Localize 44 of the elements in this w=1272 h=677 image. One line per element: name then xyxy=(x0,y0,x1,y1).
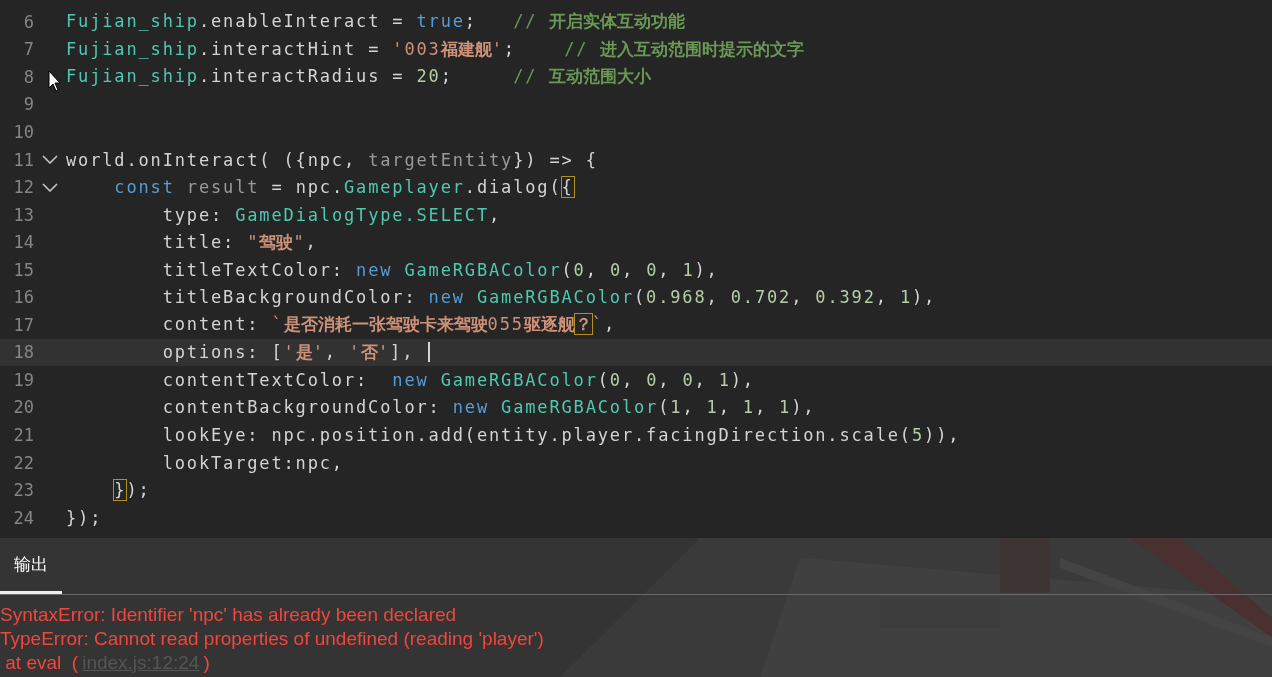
code-line: }); xyxy=(66,507,103,528)
stack-trace-text: at eval ( xyxy=(4,651,79,675)
text-caret xyxy=(428,342,431,363)
stack-trace-text: ) xyxy=(203,651,210,675)
line-number: 8 xyxy=(22,66,34,87)
output-tab[interactable]: 输出 xyxy=(0,538,62,594)
code-line: contentBackgroundColor: new GameRGBAColor(1, 1, 1, 1), xyxy=(161,397,816,418)
line-number: 6 xyxy=(22,11,34,32)
line-number: 16 xyxy=(12,287,34,308)
line-number: 13 xyxy=(12,204,34,225)
code-line: const result = npc.Gameplayer.dialog({ xyxy=(113,177,574,198)
code-line: lookTarget:npc, xyxy=(161,452,344,473)
line-number: 14 xyxy=(12,232,34,253)
code-line: titleTextColor: new GameRGBAColor(0, 0, 0, 1), xyxy=(161,259,719,280)
code-line: world.onInteract( ({npc, targetEntity}) => { xyxy=(66,149,598,170)
code-line: contentTextColor: new GameRGBAColor(0, 0, 0, 1), xyxy=(161,369,755,390)
code-line: type: GameDialogType.SELECT, xyxy=(161,204,502,225)
line-number: 17 xyxy=(12,314,34,335)
line-number: 18 xyxy=(12,342,34,363)
line-number: 21 xyxy=(12,424,34,445)
line-number: 24 xyxy=(12,507,34,528)
line-number: 20 xyxy=(12,397,34,418)
error-message: SyntaxError: Identifier 'npc' has already been declared xyxy=(0,603,458,627)
chevron-down-icon[interactable] xyxy=(42,182,58,192)
line-number: 7 xyxy=(22,39,34,60)
code-line: options: ['是', '否'], xyxy=(161,340,416,364)
mouse-pointer-icon xyxy=(48,70,62,92)
line-number: 19 xyxy=(12,369,34,390)
line-number: 9 xyxy=(22,94,34,115)
line-number: 22 xyxy=(12,452,34,473)
code-line: title: "驾驶", xyxy=(161,230,318,254)
code-line: }); xyxy=(113,480,151,501)
code-line: titleBackgroundColor: new GameRGBAColor(0.968, 0.702, 0.392, 1), xyxy=(161,287,937,308)
code-line: Fujian_ship.enableInteract = true; // 开启实体互动功能 xyxy=(66,10,686,34)
line-number: 10 xyxy=(12,121,34,142)
line-number: 11 xyxy=(12,149,34,170)
line-number: 15 xyxy=(12,259,34,280)
code-line: Fujian_ship.interactHint = '003福建舰'; // 进入互动范围时提示的文字 xyxy=(66,37,805,61)
code-line: lookEye: npc.position.add(entity.player.facingDirection.scale(5)), xyxy=(161,424,961,445)
error-message: TypeError: Cannot read properties of undefined (reading 'player') xyxy=(0,627,545,651)
chevron-down-icon[interactable] xyxy=(42,155,58,164)
line-number: 23 xyxy=(12,480,34,501)
code-line: Fujian_ship.interactRadius = 20; // 互动范围大小 xyxy=(66,65,652,89)
line-number: 12 xyxy=(12,177,34,198)
